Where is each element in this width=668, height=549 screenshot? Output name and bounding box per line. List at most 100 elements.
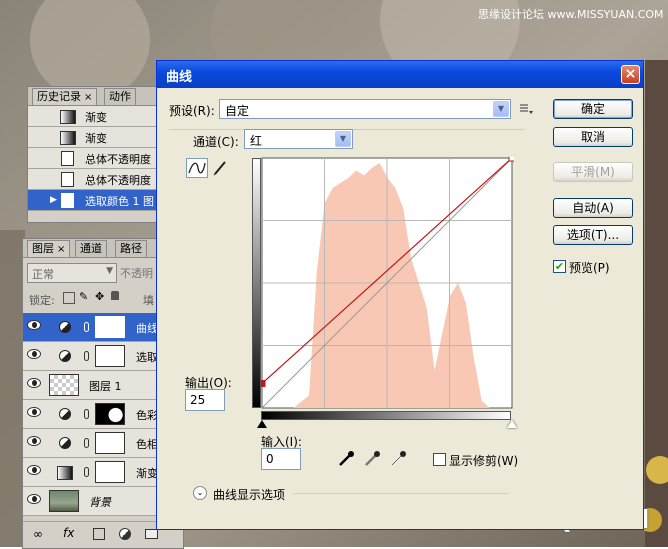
new-adjustment-icon[interactable] xyxy=(119,528,131,540)
history-item-label: 渐变 xyxy=(85,111,107,124)
layer-name: 图层 1 xyxy=(89,380,122,393)
eyedropper-black-svg xyxy=(339,451,354,466)
preset-select[interactable]: 自定 ▼ xyxy=(219,99,511,119)
opacity-label: 不透明 xyxy=(120,267,153,280)
tab-paths[interactable]: 路径 xyxy=(115,240,147,257)
pencil-icon xyxy=(213,161,226,176)
chevron-down-icon: ▼ xyxy=(493,101,509,117)
link-chain-icon xyxy=(84,351,89,361)
eyedropper-white-svg xyxy=(391,451,406,466)
tab-history[interactable]: 历史记录 × xyxy=(32,88,98,105)
adjustment-layer-icon xyxy=(59,350,71,362)
tab-channels[interactable]: 通道 xyxy=(75,240,107,257)
black-point-slider-icon[interactable] xyxy=(257,420,267,428)
visibility-eye-icon[interactable] xyxy=(27,436,41,446)
preview-checkbox[interactable]: ✔ xyxy=(553,260,566,273)
list-menu-icon[interactable] xyxy=(519,102,533,116)
chevron-down-icon: ▼ xyxy=(106,266,113,276)
tab-actions[interactable]: 动作 xyxy=(104,88,136,105)
layer-name: 色彩 xyxy=(136,409,158,422)
close-icon[interactable]: × xyxy=(84,92,92,103)
link-chain-icon xyxy=(84,409,89,419)
channel-select[interactable]: 红 ▼ xyxy=(244,129,353,149)
visibility-eye-icon[interactable] xyxy=(27,465,41,475)
layer-thumbnail[interactable] xyxy=(49,374,79,396)
dialog-titlebar[interactable]: 曲线 × xyxy=(157,61,643,88)
fill-label: 填 xyxy=(143,294,154,307)
adjustment-layer-icon xyxy=(59,408,71,420)
gray-eyedropper-icon[interactable] xyxy=(363,450,381,471)
expand-display-options-icon[interactable]: ⌄ xyxy=(193,486,207,500)
tab-actions-label: 动作 xyxy=(109,90,131,103)
output-field[interactable]: 25 xyxy=(185,389,225,411)
add-mask-icon[interactable] xyxy=(93,528,105,540)
layer-mask-thumbnail[interactable] xyxy=(95,316,125,338)
tab-layers-label: 图层 xyxy=(32,242,54,255)
tab-layers[interactable]: 图层 × xyxy=(27,240,71,257)
preset-label: 预设(R): xyxy=(169,104,215,118)
curve-tool-button[interactable] xyxy=(186,158,208,178)
lock-transparency-icon[interactable] xyxy=(63,292,75,304)
fx-icon[interactable]: fx xyxy=(63,526,74,540)
close-icon[interactable]: × xyxy=(57,244,65,255)
lock-move-icon[interactable]: ✥ xyxy=(95,290,104,303)
lock-label: 锁定: xyxy=(29,294,55,307)
auto-button[interactable]: 自动(A) xyxy=(553,198,633,218)
document-icon xyxy=(61,193,74,208)
pencil-tool-button[interactable] xyxy=(211,159,229,177)
new-group-icon[interactable] xyxy=(145,529,158,539)
layer-thumbnail[interactable] xyxy=(49,490,79,512)
history-item-label: 总体不透明度 xyxy=(85,174,151,187)
curve-control-point xyxy=(508,157,514,162)
adjustment-layer-icon xyxy=(59,437,71,449)
blend-mode-select[interactable]: 正常 ▼ xyxy=(27,263,117,283)
curve-graph[interactable] xyxy=(261,157,514,410)
ok-button[interactable]: 确定 xyxy=(553,99,633,119)
display-options-label: 曲线显示选项 xyxy=(213,488,286,502)
layer-mask-thumbnail[interactable] xyxy=(95,345,125,367)
layer-mask-thumbnail[interactable] xyxy=(95,461,125,483)
black-eyedropper-icon[interactable] xyxy=(337,450,355,471)
preview-label: 预览(P) xyxy=(569,261,610,275)
visibility-eye-icon[interactable] xyxy=(27,320,41,330)
channel-value: 红 xyxy=(250,134,263,148)
show-clipping-checkbox[interactable] xyxy=(433,453,446,466)
channel-label: 通道(C): xyxy=(193,135,239,149)
smooth-button[interactable]: 平滑(M) xyxy=(553,162,633,182)
curves-dialog: 曲线 × 预设(R): 自定 ▼ 通道(C): 红 ▼ 输出(O): 25 输入… xyxy=(156,60,644,530)
show-clipping-label: 显示修剪(W) xyxy=(449,454,519,468)
layer-name: 曲线 xyxy=(136,322,158,335)
link-layers-icon[interactable]: ∞ xyxy=(33,527,43,541)
close-button[interactable]: × xyxy=(621,65,640,84)
eyedropper-gray-svg xyxy=(365,451,380,466)
gradient-icon xyxy=(60,110,76,124)
input-gradient-bar xyxy=(261,411,511,420)
white-eyedropper-icon[interactable] xyxy=(389,450,407,471)
history-item-label: 总体不透明度 xyxy=(85,153,151,166)
layer-mask-thumbnail[interactable] xyxy=(95,432,125,454)
document-icon xyxy=(61,151,74,166)
preset-value: 自定 xyxy=(225,104,250,118)
visibility-eye-icon[interactable] xyxy=(27,349,41,359)
blend-mode-value: 正常 xyxy=(32,268,54,281)
layer-mask-thumbnail[interactable] xyxy=(95,403,125,425)
history-item-label: 选取颜色 1 图 xyxy=(85,195,154,208)
white-point-slider-icon[interactable] xyxy=(507,420,517,428)
tab-history-label: 历史记录 xyxy=(37,90,81,103)
gradient-icon xyxy=(57,466,73,480)
layer-name: 选取 xyxy=(136,351,158,364)
history-state-marker-icon: ▶ xyxy=(50,195,57,205)
cancel-button[interactable]: 取消 xyxy=(553,127,633,147)
visibility-eye-icon[interactable] xyxy=(27,378,41,388)
visibility-eye-icon[interactable] xyxy=(27,407,41,417)
visibility-eye-icon[interactable] xyxy=(27,494,41,504)
options-button[interactable]: 选项(T)... xyxy=(553,225,633,245)
input-field[interactable]: 0 xyxy=(261,448,301,470)
chevron-down-icon: ▼ xyxy=(335,131,351,147)
lock-brush-icon[interactable]: ✎ xyxy=(79,290,88,303)
curve-control-point xyxy=(261,379,266,387)
tab-paths-label: 路径 xyxy=(120,242,142,255)
lock-all-icon[interactable] xyxy=(111,291,119,300)
curve-tool-icon xyxy=(188,162,206,174)
group-divider xyxy=(293,493,509,494)
